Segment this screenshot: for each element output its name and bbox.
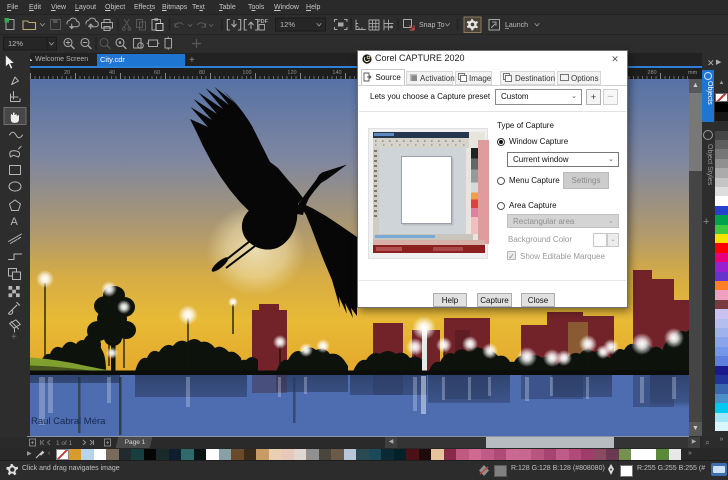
svg-text:Snap To: Snap To <box>419 22 445 29</box>
svg-text:12%: 12% <box>280 20 295 29</box>
svg-text:Launch: Launch <box>505 22 528 29</box>
svg-text:12%: 12% <box>8 39 23 48</box>
svg-text:A: A <box>11 216 19 228</box>
svg-text:+: + <box>11 332 17 343</box>
svg-text:Raul Cabral Méra: Raul Cabral Méra <box>31 416 106 427</box>
